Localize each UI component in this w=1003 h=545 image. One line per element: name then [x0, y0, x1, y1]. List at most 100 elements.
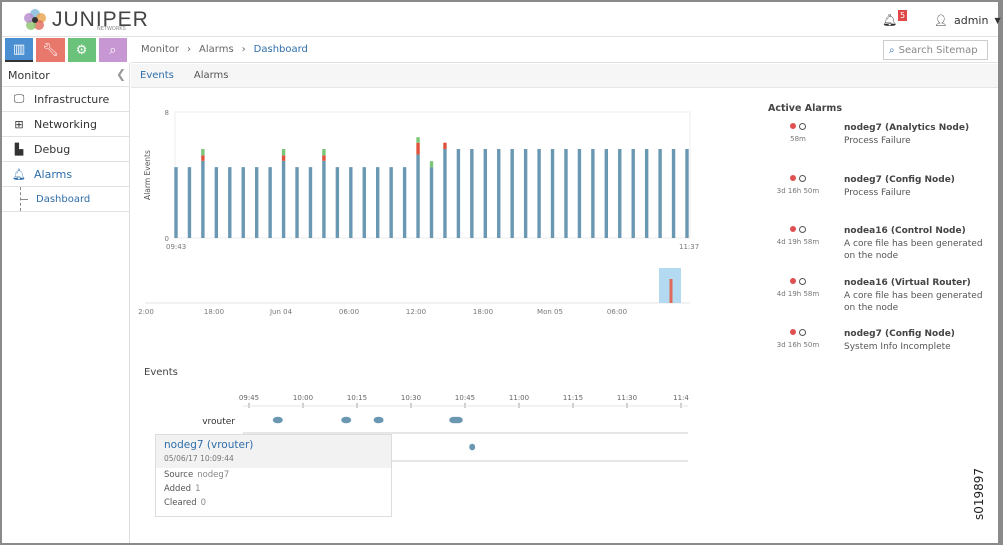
bar-segment	[456, 149, 461, 238]
navigator-tick-label: Mon 05	[537, 308, 563, 316]
event-dot[interactable]	[272, 416, 283, 424]
alarm-description: A core file has been generated on the no…	[844, 290, 983, 313]
navigator-tick-label: 06:00	[607, 308, 627, 316]
bar-segment	[685, 149, 689, 238]
bar-segment	[281, 155, 286, 161]
timeline-tick-label: 10:45	[455, 394, 475, 402]
bar-segment	[254, 167, 259, 238]
navigator-bar	[669, 279, 673, 303]
event-dot[interactable]	[469, 443, 476, 451]
alarm-status: 3d 16h 50m	[768, 174, 828, 195]
alarm-item[interactable]: 3d 16h 50m nodeg7 (Config Node) Process Fa…	[768, 174, 993, 227]
bar-segment	[241, 167, 245, 238]
bar-segment	[443, 149, 447, 238]
bar-segment	[483, 149, 487, 238]
severity-dot-icon	[790, 174, 796, 181]
bar-segment	[201, 149, 205, 156]
tooltip-cleared-row: Cleared 0	[156, 496, 391, 510]
alarm-item[interactable]: 58m nodeg7 (Analytics Node) Process Failur…	[768, 123, 993, 175]
x-tick-label: 11:37	[679, 243, 699, 251]
alarm-name: nodeg7 (Config Node)	[844, 329, 955, 339]
bar-segment	[322, 149, 326, 156]
navigator-tick-label: 2:00	[138, 308, 154, 316]
alarm-item[interactable]: 4d 19h 58m nodea16 (Control Node) A core f…	[768, 226, 993, 278]
alarm-item[interactable]: 4d 19h 58m nodea16 (Virtual Router) A core…	[768, 277, 993, 330]
bar-segment	[322, 160, 326, 238]
clock-icon	[799, 277, 806, 285]
value: nodeg7	[197, 470, 230, 480]
event-dot[interactable]	[452, 416, 463, 424]
alarm-description: Process Failure	[844, 187, 911, 198]
bar-segment	[268, 167, 272, 238]
x-tick-label: 09:43	[166, 243, 186, 251]
tooltip-source-row: Source nodeg7	[156, 468, 391, 482]
active-alarms-title: Active Alarms	[768, 103, 842, 114]
timeline-tick-label: 09:45	[239, 394, 259, 402]
bar-segment	[402, 167, 407, 238]
label: Cleared	[164, 498, 197, 508]
bar-segment	[214, 167, 219, 238]
timeline-tick-label: 10:00	[293, 394, 313, 402]
events-row-label: vrouter	[202, 417, 235, 427]
clock-icon	[799, 329, 806, 336]
navigator-tick-label: 06:00	[339, 308, 359, 316]
severity-dot-icon	[790, 123, 796, 129]
severity-dot-icon	[790, 329, 796, 335]
event-dot[interactable]	[373, 416, 384, 424]
clock-icon	[799, 174, 806, 182]
event-tooltip: nodeg7 (vrouter) 05/06/17 10:09:44 Source…	[155, 434, 392, 517]
bar-segment	[497, 149, 501, 238]
alarm-age: 4d 19h 58m	[776, 289, 820, 298]
navigator-tick-label: 18:00	[473, 308, 493, 316]
bar-segment	[510, 149, 514, 238]
timeline-tick-label: 10:15	[347, 394, 367, 402]
alarm-status: 4d 19h 58m	[768, 226, 828, 246]
bar-segment	[201, 155, 205, 161]
timeline-tick-label: 11:4	[673, 394, 689, 402]
bar-segment	[308, 167, 313, 238]
bar-segment	[362, 167, 366, 238]
bar-segment	[604, 149, 609, 238]
bar-segment	[416, 137, 420, 143]
bar-segment	[470, 149, 474, 238]
navigator-tick-label: 18:00	[204, 308, 224, 316]
severity-dot-icon	[790, 226, 796, 232]
timeline-tick-label: 11:15	[563, 394, 583, 402]
bar-segment	[618, 149, 622, 238]
alarm-description: Process Failure	[844, 136, 911, 146]
bar-segment	[187, 167, 192, 238]
label: Source	[164, 470, 194, 480]
y-tick-label: 8	[165, 109, 169, 117]
severity-dot-icon	[790, 277, 796, 284]
figure-id: s019897	[972, 467, 986, 520]
tooltip-title[interactable]: nodeg7 (vrouter)	[164, 439, 383, 451]
bar-segment	[564, 149, 568, 238]
alarm-status: 3d 16h 50m	[768, 329, 828, 349]
alarm-age: 3d 16h 50m	[776, 186, 820, 195]
bar-segment	[389, 167, 393, 238]
bar-segment	[376, 167, 380, 238]
timeline-tick-label: 10:30	[401, 394, 421, 402]
y-axis-label: Alarm Events	[143, 150, 152, 200]
clock-icon	[799, 123, 806, 130]
bar-segment	[537, 149, 541, 238]
bar-segment	[281, 149, 286, 156]
event-dot[interactable]	[341, 416, 352, 424]
y-tick-label: 0	[165, 235, 169, 243]
alarm-name: nodeg7 (Analytics Node)	[844, 123, 970, 133]
alarm-age: 4d 19h 58m	[776, 238, 820, 246]
bar-segment	[429, 167, 434, 238]
bar-segment	[228, 167, 232, 238]
bar-segment	[644, 149, 649, 238]
alarm-name: nodeg7 (Config Node)	[844, 174, 955, 185]
bar-segment	[201, 160, 205, 238]
alarm-status: 58m	[768, 123, 828, 143]
bar-segment	[631, 149, 635, 238]
label: Added	[164, 484, 192, 494]
alarm-age: 3d 16h 50m	[776, 341, 820, 349]
alarm-item[interactable]: 3d 16h 50m nodeg7 (Config Node) System Inf…	[768, 329, 993, 381]
bar-segment	[523, 149, 528, 238]
bar-segment	[658, 149, 662, 238]
bar-segment	[322, 155, 326, 161]
bar-segment	[416, 142, 420, 155]
